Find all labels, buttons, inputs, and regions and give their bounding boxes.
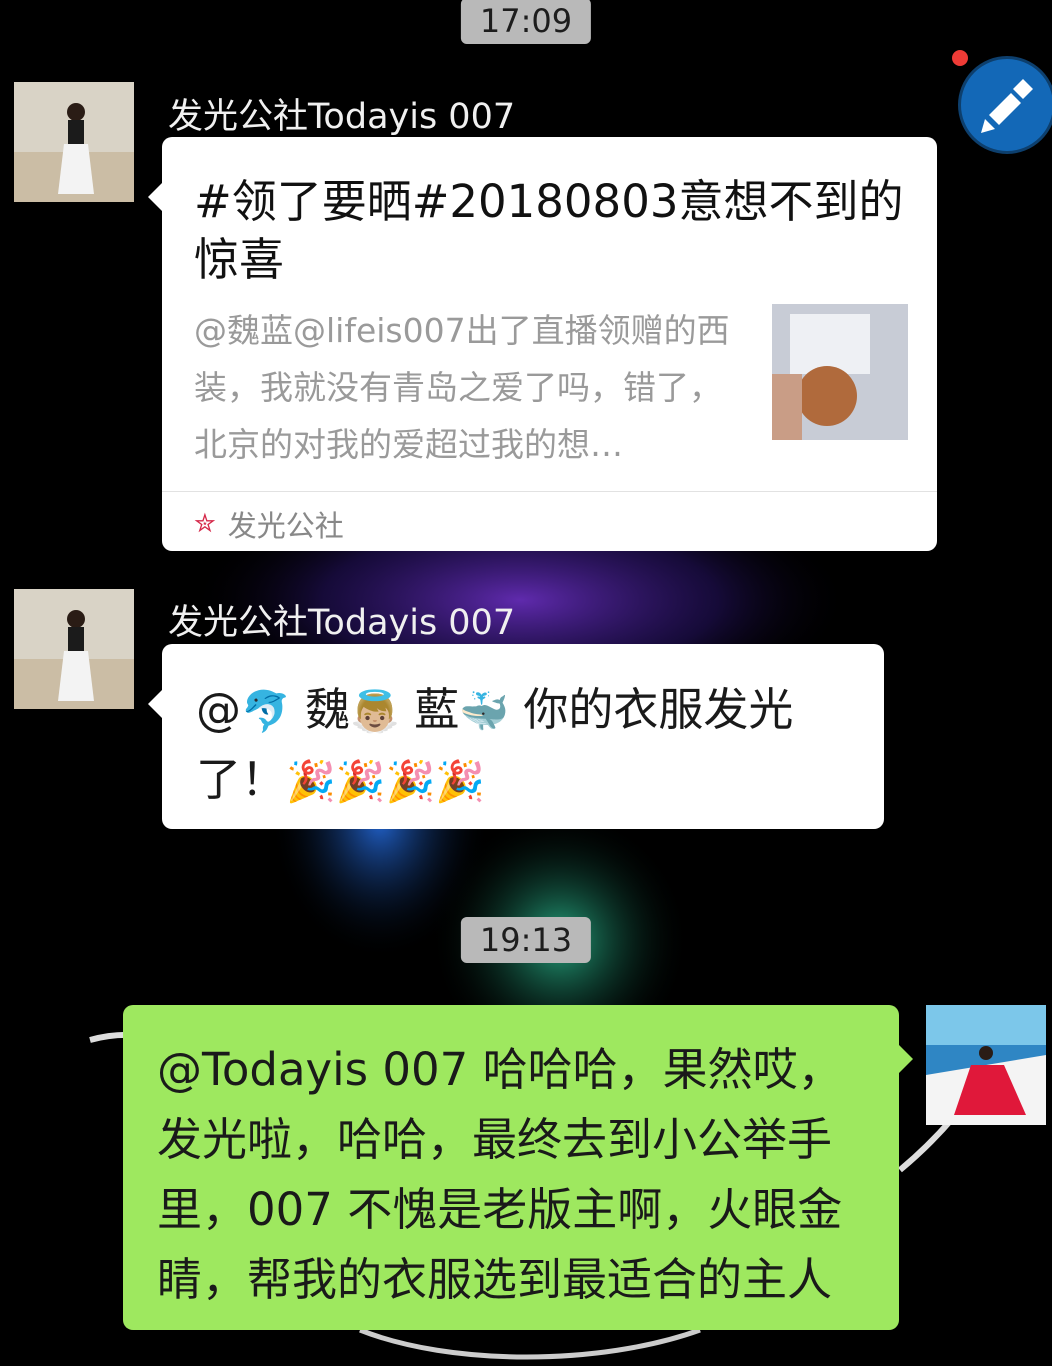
star-icon: ✮ — [194, 509, 216, 539]
floating-brush-button[interactable] — [958, 56, 1052, 154]
avatar-beach-photo — [14, 82, 134, 202]
angel-emoji: 👼🏼 — [350, 689, 400, 735]
message-bubble[interactable]: @🐬 魏👼🏼 藍🐳 你的衣服发光了！🎉🎉🎉🎉 — [148, 644, 884, 829]
card-divider — [162, 491, 937, 492]
card-description: @魏蓝@lifeis007出了直播领赠的西装，我就没有青岛之爱了吗，错了，北京的… — [194, 311, 730, 464]
my-avatar[interactable] — [926, 1005, 1046, 1125]
whale-emoji: 🐳 — [459, 689, 510, 735]
message-text: @🐬 魏👼🏼 藍🐳 你的衣服发光了！🎉🎉🎉🎉 — [196, 676, 856, 816]
avatar-boat-photo — [926, 1005, 1046, 1125]
message-text: @Todayis 007 哈哈哈，果然哎，发光啦，哈哈，最终去到小公举手里，00… — [157, 1043, 843, 1306]
party-popper-emoji: 🎉🎉🎉🎉 — [286, 759, 486, 805]
sender-name: 发光公社Todayis 007 — [168, 97, 516, 137]
text-segment: 魏 — [290, 683, 351, 736]
card-source-label: 发光公社 — [227, 509, 344, 543]
link-card[interactable]: #领了要晒#20180803意想不到的惊喜 @魏蓝@lifeis007出了直播领… — [148, 137, 937, 551]
message-bubble-outgoing[interactable]: @Todayis 007 哈哈哈，果然哎，发光啦，哈哈，最终去到小公举手里，00… — [123, 1005, 913, 1330]
card-thumbnail — [772, 304, 908, 440]
card-source: ✮ 发光公社 — [194, 503, 344, 545]
avatar-beach-photo — [14, 589, 134, 709]
brush-icon — [981, 79, 1033, 133]
card-title: #领了要晒#20180803意想不到的惊喜 — [194, 175, 904, 286]
notification-dot — [952, 50, 968, 66]
dolphin-emoji: 🐬 — [241, 689, 291, 735]
text-segment: 藍 — [399, 683, 460, 736]
timestamp: 17:09 — [460, 0, 592, 44]
timestamp: 19:13 — [460, 917, 592, 963]
text-segment: @ — [196, 683, 241, 736]
sender-avatar[interactable] — [14, 589, 134, 709]
sender-avatar[interactable] — [14, 82, 134, 202]
sender-name: 发光公社Todayis 007 — [168, 603, 516, 643]
